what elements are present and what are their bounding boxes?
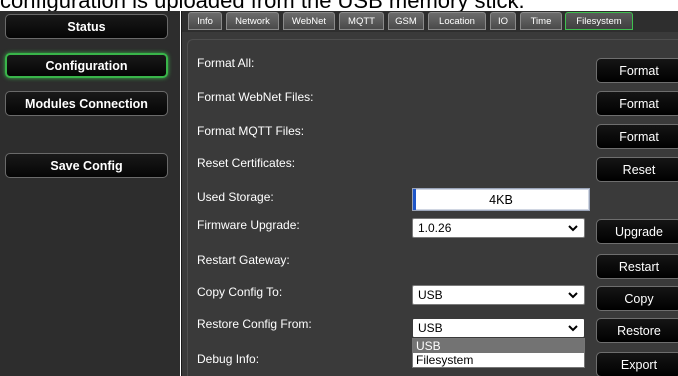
sidebar-item-save-config[interactable]: Save Config [5, 153, 168, 178]
format-webnet-button[interactable]: Format [596, 91, 678, 116]
format-all-button[interactable]: Format [596, 58, 678, 83]
chevron-down-icon [568, 225, 578, 232]
reset-certificates-label: Reset Certificates: [197, 156, 296, 170]
format-webnet-label: Format WebNet Files: [197, 90, 314, 104]
copy-button[interactable]: Copy [596, 286, 678, 311]
sidebar-item-modules-connection[interactable]: Modules Connection [5, 91, 168, 116]
restore-config-dropdown: USB Filesystem [412, 338, 585, 368]
tab-location[interactable]: Location [428, 12, 486, 30]
used-storage-label: Used Storage: [197, 190, 274, 204]
dropdown-option-usb[interactable]: USB [413, 339, 584, 353]
firmware-upgrade-label: Firmware Upgrade: [197, 218, 300, 232]
sidebar-item-configuration[interactable]: Configuration [5, 53, 168, 78]
tab-mqtt[interactable]: MQTT [339, 12, 384, 30]
format-mqtt-button[interactable]: Format [596, 124, 678, 149]
used-storage-value: 4KB [489, 192, 513, 207]
tab-bar: Info Network WebNet MQTT GSM Location IO… [182, 11, 678, 32]
export-button[interactable]: Export [596, 352, 678, 376]
restore-config-select[interactable]: USB [412, 318, 585, 338]
debug-info-label: Debug Info: [197, 352, 260, 366]
tab-time[interactable]: Time [520, 12, 562, 30]
format-all-label: Format All: [197, 56, 255, 70]
restore-config-select-value: USB [418, 321, 443, 335]
format-mqtt-label: Format MQTT Files: [197, 124, 305, 138]
restart-button[interactable]: Restart [596, 254, 678, 279]
copy-config-select-value: USB [418, 288, 443, 302]
sidebar-item-status[interactable]: Status [5, 14, 168, 39]
upgrade-button[interactable]: Upgrade [596, 219, 678, 244]
copy-config-label: Copy Config To: [197, 285, 283, 299]
tab-filesystem[interactable]: Filesystem [565, 12, 633, 30]
restart-gateway-label: Restart Gateway: [197, 253, 290, 267]
used-storage-bar: 4KB [412, 188, 590, 211]
firmware-select[interactable]: 1.0.26 [412, 218, 585, 238]
tab-io[interactable]: IO [490, 12, 516, 30]
chevron-down-icon [568, 325, 578, 332]
restore-config-label: Restore Config From: [197, 317, 312, 331]
tab-webnet[interactable]: WebNet [283, 12, 335, 30]
sidebar: Status Configuration Modules Connection … [0, 11, 180, 376]
copy-config-select[interactable]: USB [412, 285, 585, 305]
chevron-down-icon [568, 292, 578, 299]
reset-button[interactable]: Reset [596, 157, 678, 182]
tab-info[interactable]: Info [188, 12, 222, 30]
tab-network[interactable]: Network [226, 12, 279, 30]
main-panel: Info Network WebNet MQTT GSM Location IO… [181, 11, 678, 376]
firmware-select-value: 1.0.26 [418, 221, 452, 235]
used-storage-fill [413, 189, 416, 210]
restore-button[interactable]: Restore [596, 318, 678, 343]
dropdown-option-filesystem[interactable]: Filesystem [413, 353, 584, 367]
tab-gsm[interactable]: GSM [388, 12, 424, 30]
